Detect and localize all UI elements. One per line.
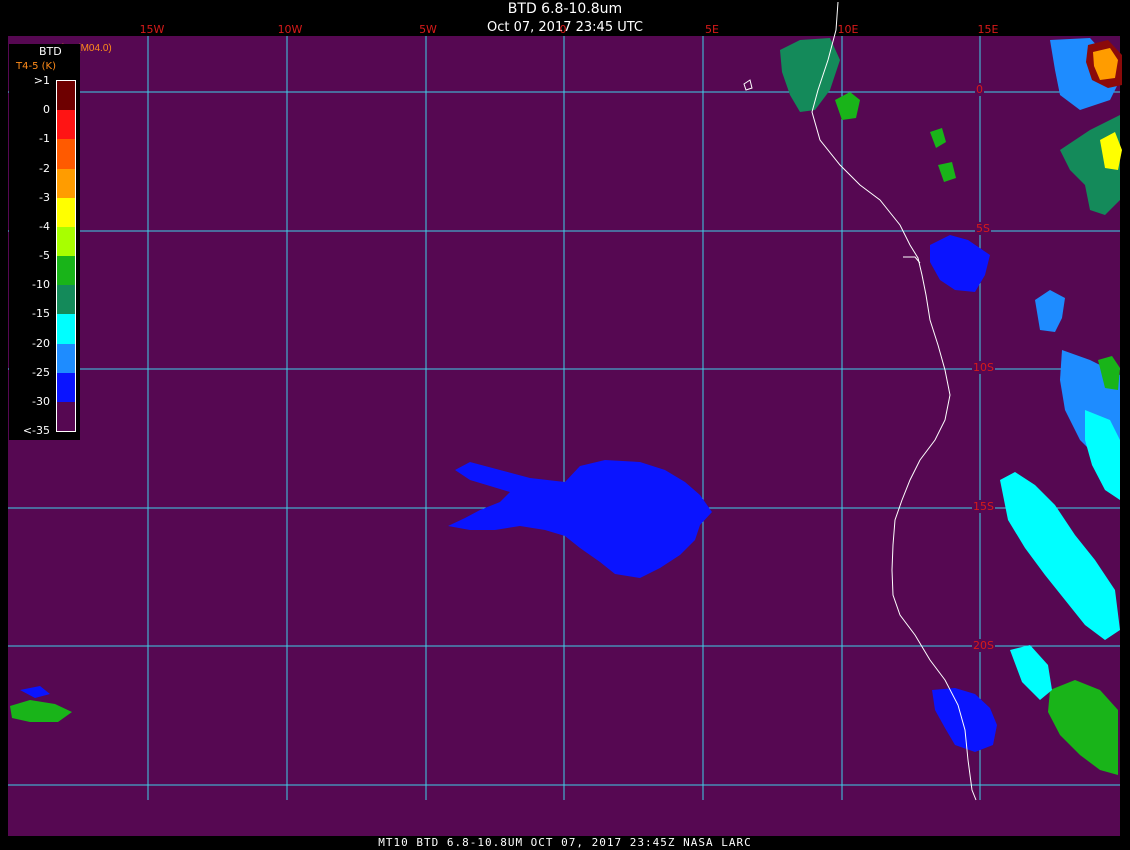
legend-swatch [57,401,75,432]
legend-tick-label: >1 [33,74,50,87]
lat-label-20s: 20S [972,639,995,652]
color-legend: BTD T4-5 (K) >1 0 -1 -2 -3 -4 -5 -10 -15 -20 -25 -3… [9,44,80,440]
legend-swatch [57,226,75,257]
legend-swatch [57,256,75,286]
lon-label-15w: 15W [139,23,165,36]
legend-unit: T4-5 (K) [16,61,56,72]
legend-color-bar [56,80,76,432]
satellite-image-viewer: BTD 6.8-10.8um Oct 07, 2017 23:45 UTC NA… [0,0,1130,850]
legend-title: BTD [39,45,62,58]
lat-label-15s: 15S [972,500,995,513]
lon-label-5w: 5W [419,23,437,36]
lon-label-5e: 5E [705,23,719,36]
legend-swatch [57,343,75,374]
legend-swatch [57,139,75,169]
lat-label-0: 0 [975,83,984,96]
legend-swatch [57,285,75,315]
lon-label-10e: 10E [837,23,859,36]
legend-tick-label: -20 [32,336,50,350]
legend-tick-label: -5 [39,249,50,262]
legend-tick-label: -1 [39,132,50,146]
legend-tick-label: -4 [39,219,50,233]
image-title: BTD 6.8-10.8um [507,1,623,17]
lon-label-0: 0 [559,23,567,36]
legend-tick-label: -10 [32,278,50,292]
lon-label-10w: 10W [277,23,303,36]
legend-swatch [57,372,75,403]
legend-swatch [57,314,75,344]
legend-tick-label: -3 [39,190,50,204]
legend-tick-label: -30 [32,394,50,408]
legend-tick-label: 0 [43,103,50,117]
lat-label-5s: 5S [975,222,991,235]
legend-swatch [57,168,75,199]
legend-swatch [57,197,75,228]
legend-swatch [57,81,75,111]
lon-label-15e: 15E [977,23,999,36]
legend-swatch [57,110,75,140]
satellite-map [8,1,1122,836]
footer-caption: MT10 BTD 6.8-10.8UM OCT 07, 2017 23:45Z … [378,836,752,849]
legend-tick-label: -15 [32,307,50,321]
legend-tick-label: -2 [39,161,50,175]
legend-tick-label: <-35 [22,424,50,437]
legend-tick-label: -25 [32,365,50,379]
lat-label-10s: 10S [972,361,995,374]
